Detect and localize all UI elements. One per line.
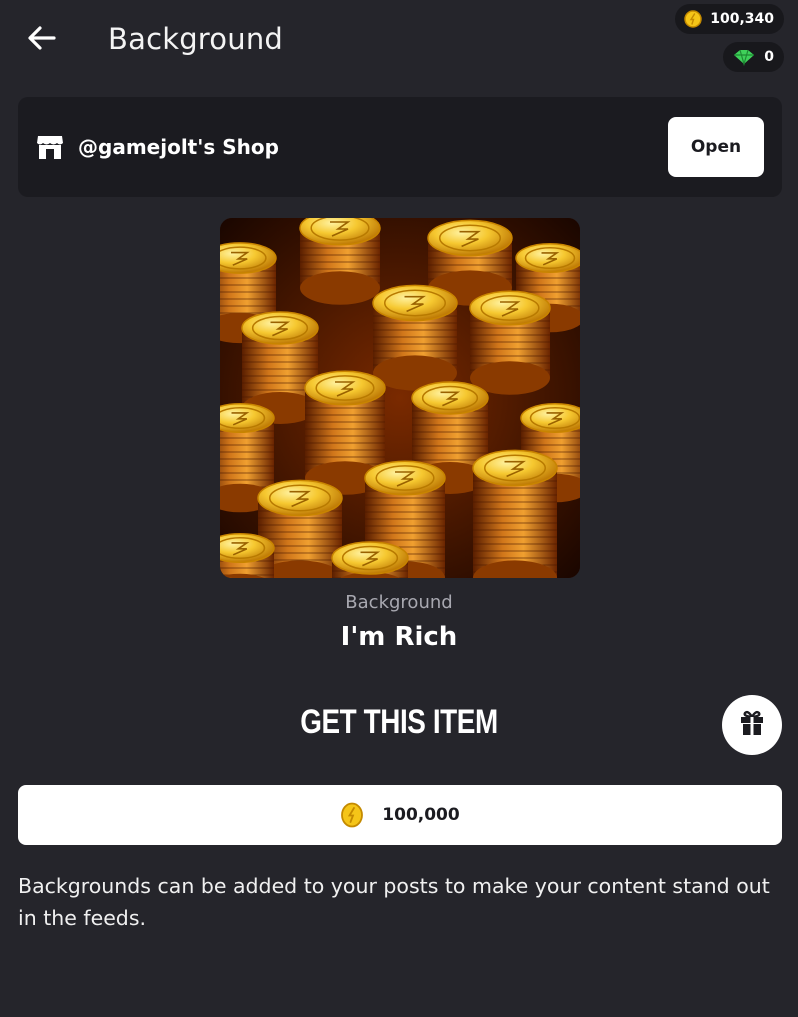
page-title: Background xyxy=(108,22,284,56)
item-type-label: Background xyxy=(345,592,453,613)
shop-bar: @gamejolt's Shop Open xyxy=(18,97,782,197)
get-item-heading: GET THIS ITEM xyxy=(300,703,498,741)
coin-icon xyxy=(684,10,702,28)
gift-button[interactable] xyxy=(722,695,782,755)
gem-balance-value: 0 xyxy=(764,49,774,65)
gem-icon xyxy=(732,48,756,66)
open-shop-button[interactable]: Open xyxy=(668,117,764,177)
coin-balance[interactable]: 100,340 xyxy=(675,4,784,34)
gift-icon xyxy=(739,710,765,740)
arrow-left-icon xyxy=(28,26,56,54)
item-page: Background 100,340 0 @gamejolt's Shop Op… xyxy=(0,0,798,1017)
item-name: I'm Rich xyxy=(340,622,458,652)
item-preview-image xyxy=(220,218,580,578)
shop-name: @gamejolt's Shop xyxy=(78,135,279,159)
item-description: Backgrounds can be added to your posts t… xyxy=(18,874,770,930)
coin-icon xyxy=(340,802,364,828)
gem-balance[interactable]: 0 xyxy=(723,42,784,72)
price-value: 100,000 xyxy=(382,805,460,825)
back-button[interactable] xyxy=(22,20,62,60)
store-icon xyxy=(36,133,66,161)
buy-button[interactable]: 100,000 xyxy=(18,785,782,845)
coin-balance-value: 100,340 xyxy=(710,11,774,27)
